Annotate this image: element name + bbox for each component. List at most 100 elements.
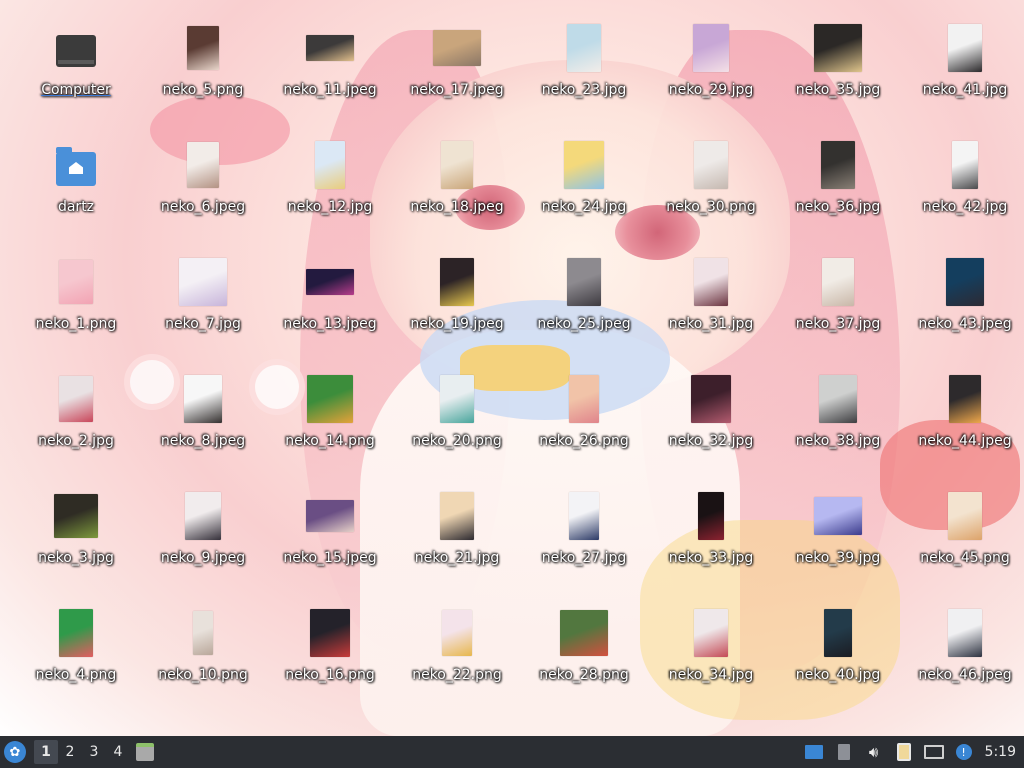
icon-image-area <box>524 252 644 312</box>
desktop-icon[interactable]: neko_37.jpg <box>778 252 898 362</box>
icon-image-area <box>397 18 517 78</box>
desktop-icon[interactable]: neko_20.png <box>397 369 517 479</box>
desktop-icon[interactable]: neko_39.jpg <box>778 486 898 596</box>
desktop-icon[interactable]: neko_31.jpg <box>651 252 771 362</box>
image-thumbnail <box>819 375 857 423</box>
icon-image-area <box>270 252 390 312</box>
image-thumbnail <box>946 258 984 306</box>
desktop-icon[interactable]: neko_45.png <box>905 486 1024 596</box>
desktop-icon[interactable]: neko_18.jpeg <box>397 135 517 245</box>
image-thumbnail <box>567 24 601 72</box>
icon-image-area <box>905 252 1024 312</box>
image-thumbnail <box>179 258 227 306</box>
display-tray-button[interactable] <box>919 736 949 768</box>
desktop-icon[interactable]: neko_10.png <box>143 603 263 713</box>
icon-label: neko_31.jpg <box>668 316 754 332</box>
clipboard-tray-button[interactable] <box>889 736 919 768</box>
icon-label: dartz <box>57 199 95 215</box>
clock[interactable]: 5:19 <box>979 744 1024 760</box>
desktop-icon[interactable]: neko_22.png <box>397 603 517 713</box>
image-thumbnail <box>814 497 862 535</box>
desktop-icon[interactable]: neko_21.jpg <box>397 486 517 596</box>
image-thumbnail <box>948 492 982 540</box>
desktop-icon[interactable]: neko_30.png <box>651 135 771 245</box>
desktop-icon[interactable]: neko_29.jpg <box>651 18 771 128</box>
desktop-icon[interactable]: neko_16.png <box>270 603 390 713</box>
desktop-icon[interactable]: neko_9.jpeg <box>143 486 263 596</box>
desktop-icon[interactable]: Computer <box>16 18 136 128</box>
icon-label: neko_21.jpg <box>414 550 500 566</box>
desktop-icon[interactable]: neko_35.jpg <box>778 18 898 128</box>
notification-tray-button[interactable]: ! <box>949 736 979 768</box>
desktop-icon[interactable]: neko_2.jpg <box>16 369 136 479</box>
icon-image-area <box>143 486 263 546</box>
icon-label: neko_19.jpeg <box>410 316 504 332</box>
desktop-icon[interactable]: neko_41.jpg <box>905 18 1024 128</box>
desktop-icon[interactable]: neko_15.jpeg <box>270 486 390 596</box>
window-button[interactable] <box>799 736 829 768</box>
desktop-icon[interactable]: neko_28.png <box>524 603 644 713</box>
icon-label: neko_36.jpg <box>795 199 881 215</box>
icon-image-area <box>651 486 771 546</box>
icon-image-area <box>905 135 1024 195</box>
image-thumbnail <box>54 494 98 538</box>
icon-image-area <box>143 18 263 78</box>
desktop-icon[interactable]: neko_25.jpeg <box>524 252 644 362</box>
desktop[interactable]: Computer dartz neko_1.png neko_2.jpg neko_3.… <box>0 0 1024 736</box>
desktop-icon[interactable]: neko_26.png <box>524 369 644 479</box>
desktop-icon[interactable]: neko_5.png <box>143 18 263 128</box>
desktop-icon[interactable]: neko_11.jpeg <box>270 18 390 128</box>
desktop-icon[interactable]: dartz <box>16 135 136 245</box>
desktop-icon[interactable]: neko_8.jpeg <box>143 369 263 479</box>
volume-icon: 🔊︎ <box>868 743 879 761</box>
desktop-icon[interactable]: neko_13.jpeg <box>270 252 390 362</box>
image-thumbnail <box>694 141 728 189</box>
show-desktop-button[interactable] <box>130 736 160 768</box>
workspace-2-button[interactable]: 2 <box>58 740 82 764</box>
image-thumbnail <box>694 258 728 306</box>
desktop-icon[interactable]: neko_46.jpeg <box>905 603 1024 713</box>
image-thumbnail <box>193 611 213 655</box>
image-thumbnail <box>440 375 474 423</box>
desktop-icon[interactable]: neko_42.jpg <box>905 135 1024 245</box>
applications-menu-button[interactable]: ✿ <box>0 736 30 768</box>
desktop-icon[interactable]: neko_40.jpg <box>778 603 898 713</box>
workspace-3-button[interactable]: 3 <box>82 740 106 764</box>
desktop-icon[interactable]: neko_7.jpg <box>143 252 263 362</box>
desktop-icon[interactable]: neko_34.jpg <box>651 603 771 713</box>
volume-tray-button[interactable]: 🔊︎ <box>859 736 889 768</box>
icon-label: neko_24.jpg <box>541 199 627 215</box>
desktop-icon[interactable]: neko_1.png <box>16 252 136 362</box>
desktop-icon[interactable]: neko_38.jpg <box>778 369 898 479</box>
desktop-icon[interactable]: neko_44.jpeg <box>905 369 1024 479</box>
desktop-icon[interactable]: neko_12.jpg <box>270 135 390 245</box>
image-thumbnail <box>59 260 93 304</box>
icon-image-area <box>524 18 644 78</box>
image-thumbnail <box>691 375 731 423</box>
desktop-icon[interactable]: neko_32.jpg <box>651 369 771 479</box>
icon-image-area <box>270 135 390 195</box>
image-thumbnail <box>949 375 981 423</box>
desktop-icon[interactable]: neko_36.jpg <box>778 135 898 245</box>
workspace-4-button[interactable]: 4 <box>106 740 130 764</box>
desktop-icon[interactable]: neko_24.jpg <box>524 135 644 245</box>
desktop-icon[interactable]: neko_23.jpg <box>524 18 644 128</box>
workspace-1-button[interactable]: 1 <box>34 740 58 764</box>
desktop-icon[interactable]: neko_4.png <box>16 603 136 713</box>
icon-image-area <box>524 486 644 546</box>
icon-label: neko_1.png <box>35 316 117 332</box>
image-thumbnail <box>952 141 978 189</box>
desktop-icon[interactable]: neko_17.jpeg <box>397 18 517 128</box>
network-tray-button[interactable] <box>829 736 859 768</box>
icon-label: neko_27.jpg <box>541 550 627 566</box>
desktop-icon[interactable]: neko_43.jpeg <box>905 252 1024 362</box>
icon-label: neko_42.jpg <box>922 199 1008 215</box>
icon-image-area <box>16 252 136 312</box>
desktop-icon[interactable]: neko_19.jpeg <box>397 252 517 362</box>
desktop-icon[interactable]: neko_6.jpeg <box>143 135 263 245</box>
desktop-icon[interactable]: neko_3.jpg <box>16 486 136 596</box>
desktop-icon[interactable]: neko_14.png <box>270 369 390 479</box>
desktop-icon[interactable]: neko_27.jpg <box>524 486 644 596</box>
desktop-icon[interactable]: neko_33.jpg <box>651 486 771 596</box>
image-thumbnail <box>569 492 599 540</box>
